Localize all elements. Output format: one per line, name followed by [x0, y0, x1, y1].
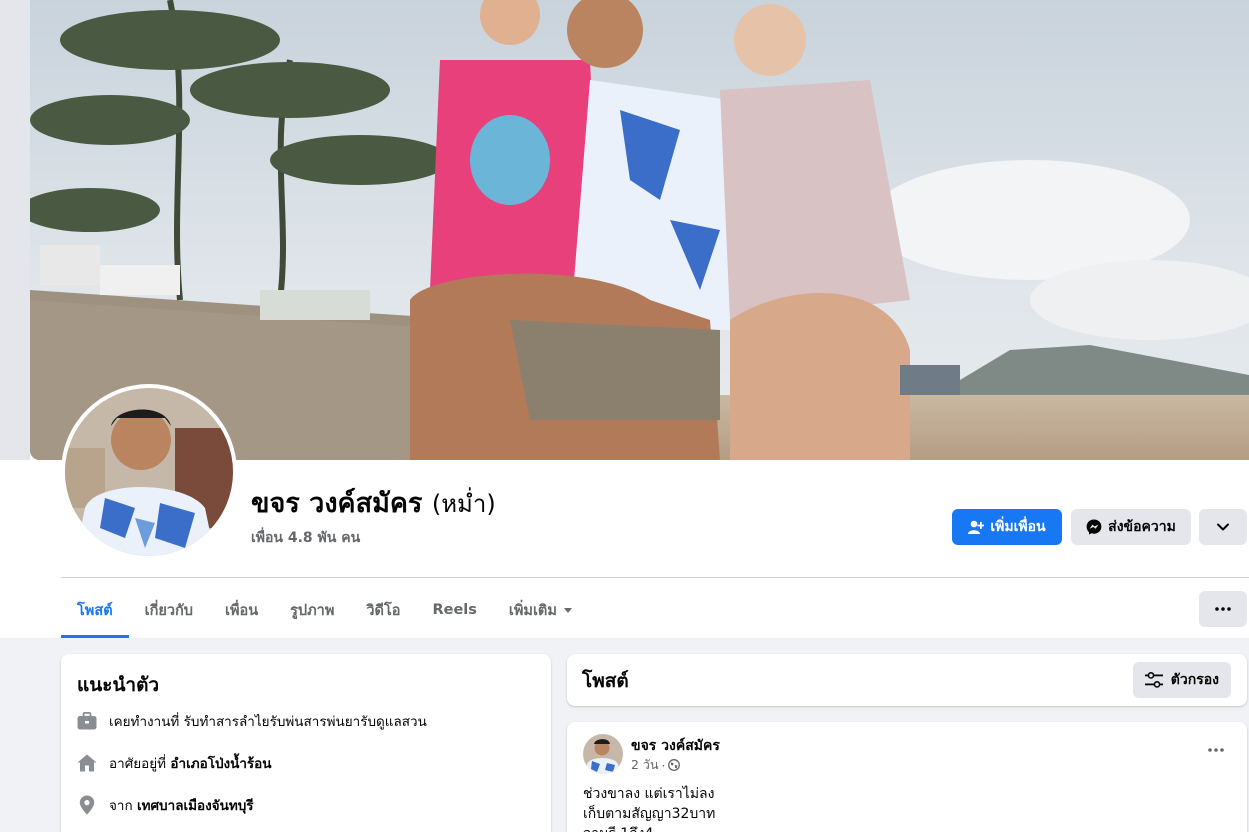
intro-lives: อาศัยอยู่ที่ อำเภอโป่งน้ำร้อน: [77, 752, 272, 774]
post-time[interactable]: 2 วัน: [631, 755, 659, 775]
meta-separator: ·: [661, 757, 666, 773]
tab-posts[interactable]: โพสต์: [61, 582, 129, 638]
cover-photo[interactable]: [30, 0, 1249, 460]
tab-reels[interactable]: Reels: [416, 582, 492, 638]
add-friend-label: เพิ่มเพื่อน: [990, 518, 1046, 534]
profile-name: ขจร วงค์สมัคร (หม่ำ): [251, 486, 496, 522]
intro-title: แนะนำตัว: [77, 674, 160, 696]
message-label: ส่งข้อความ: [1108, 518, 1176, 534]
post-meta: 2 วัน ·: [631, 755, 681, 775]
filter-label: ตัวกรอง: [1170, 672, 1219, 688]
posts-header-title: โพสต์: [582, 670, 629, 692]
intro-work-prefix: เคยทำงานที่: [109, 714, 180, 730]
intro-from-value[interactable]: เทศบาลเมืองจันทบุรี: [137, 794, 254, 816]
intro-lives-value[interactable]: อำเภอโป่งน้ำร้อน: [170, 752, 271, 774]
profile-tabs: โพสต์ เกี่ยวกับ เพื่อน รูปภาพ วิดีโอ Ree…: [61, 582, 589, 638]
intro-from-prefix: จาก: [109, 798, 133, 814]
caret-down-icon: [563, 608, 572, 613]
post-line: จามรี 1ถึง4: [583, 824, 715, 832]
profile-nickname: (หม่ำ): [431, 490, 496, 518]
post-line: เก็บตามสัญญา32บาท: [583, 806, 716, 822]
header-divider: [61, 577, 1249, 578]
friends-count[interactable]: เพื่อน 4.8 พัน คน: [251, 527, 360, 549]
chevron-down-icon: [1217, 523, 1229, 531]
globe-icon: [668, 759, 681, 771]
briefcase-icon: [77, 711, 97, 731]
tab-more[interactable]: เพิ่มเติม: [493, 582, 589, 638]
post-line: ช่วงขาลง แต่เราไม่ลง: [583, 786, 715, 802]
post-card: ขจร วงค์สมัคร 2 วัน · ช่วงขาลง แต่เราไม่…: [567, 722, 1247, 832]
more-horizontal-icon: [1215, 607, 1231, 611]
intro-lives-prefix: อาศัยอยู่ที่: [109, 756, 167, 772]
home-icon: [77, 753, 97, 773]
post-author-avatar[interactable]: [583, 734, 623, 774]
tab-friends[interactable]: เพื่อน: [209, 582, 274, 638]
tab-videos[interactable]: วิดีโอ: [350, 582, 416, 638]
intro-card: แนะนำตัว เคยทำงานที่ รับทำสารลำไยรับพ่นส…: [61, 654, 551, 832]
intro-from: จาก เทศบาลเมืองจันทบุรี: [77, 794, 254, 816]
tab-about[interactable]: เกี่ยวกับ: [129, 582, 209, 638]
post-author-name[interactable]: ขจร วงค์สมัคร: [631, 735, 720, 757]
intro-work-value[interactable]: รับทำสารลำไยรับพ่นสารพ่นยารับดูแลสวน: [184, 710, 427, 732]
message-button[interactable]: ส่งข้อความ: [1071, 509, 1191, 545]
add-friend-button[interactable]: เพิ่มเพื่อน: [952, 509, 1062, 545]
location-pin-icon: [77, 795, 97, 815]
tab-photos[interactable]: รูปภาพ: [274, 582, 350, 638]
left-gutter: [0, 0, 30, 460]
intro-work: เคยทำงานที่ รับทำสารลำไยรับพ่นสารพ่นยารั…: [77, 710, 427, 732]
post-options-button[interactable]: [1201, 738, 1231, 762]
avatar: [65, 388, 233, 556]
filter-button[interactable]: ตัวกรอง: [1132, 662, 1231, 698]
profile-more-button[interactable]: [1199, 509, 1247, 545]
more-horizontal-icon: [1208, 748, 1224, 752]
profile-avatar[interactable]: [61, 384, 237, 560]
post-body: ช่วงขาลง แต่เราไม่ลง เก็บตามสัญญา32บาท จ…: [583, 784, 715, 832]
add-friend-icon: [968, 520, 985, 534]
filter-sliders-icon: [1144, 672, 1163, 688]
posts-header-card: โพสต์ ตัวกรอง: [567, 654, 1247, 706]
tabs-more-button[interactable]: [1199, 591, 1247, 627]
profile-name-text: ขจร วงค์สมัคร: [251, 488, 423, 519]
messenger-icon: [1086, 519, 1102, 535]
profile-header: ขจร วงค์สมัคร (หม่ำ) เพื่อน 4.8 พัน คน เ…: [0, 0, 1249, 638]
